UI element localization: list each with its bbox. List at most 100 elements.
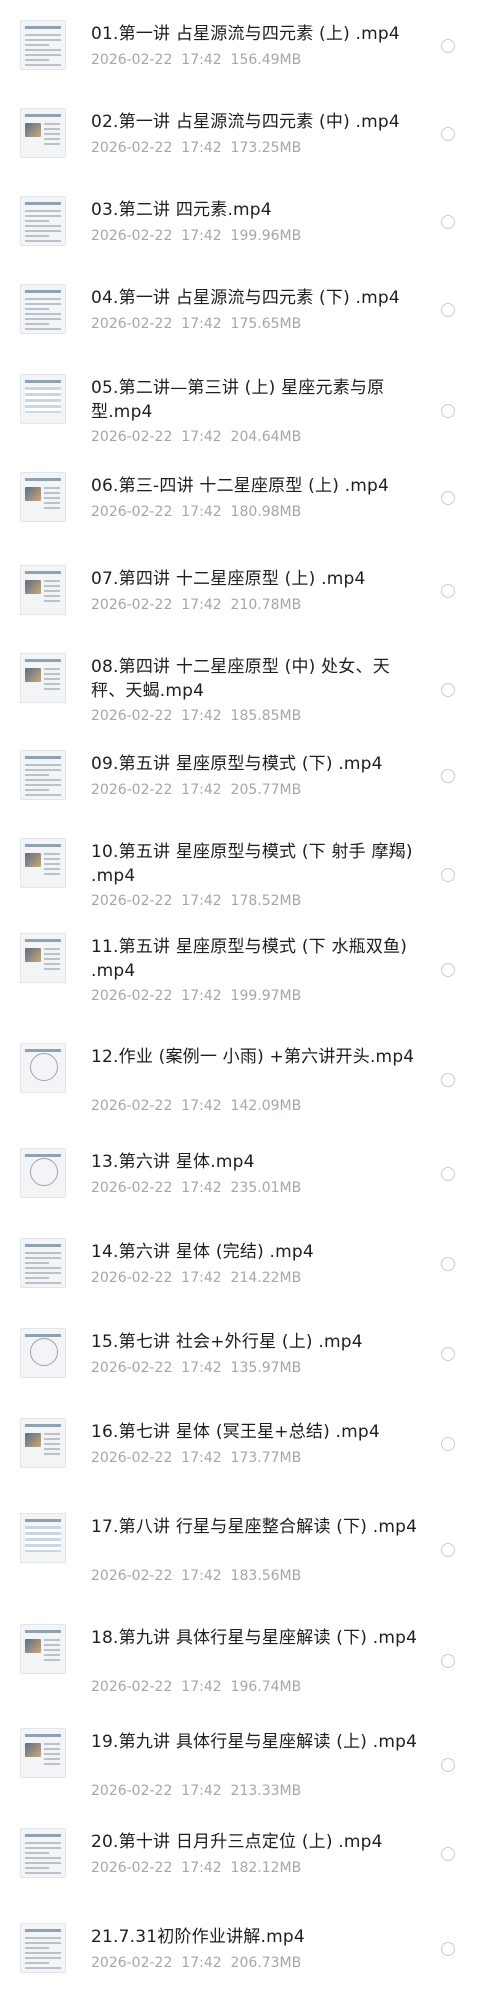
- file-name[interactable]: 02.第一讲 占星源流与四元素 (中) .mp4: [91, 110, 421, 134]
- video-thumbnail[interactable]: [20, 1418, 66, 1468]
- file-name[interactable]: 09.第五讲 星座原型与模式 (下) .mp4: [91, 752, 421, 776]
- thumb-header-bar: [25, 380, 61, 383]
- video-thumbnail[interactable]: [20, 374, 66, 424]
- thumb-text-line: [25, 1267, 61, 1269]
- thumb-text-line: [44, 673, 60, 675]
- video-thumbnail[interactable]: [20, 1238, 66, 1288]
- file-date: 2026-02-22: [91, 1568, 173, 1584]
- video-thumbnail[interactable]: [20, 20, 66, 70]
- thumb-photo-block: [25, 948, 41, 962]
- thumb-text-line: [44, 958, 60, 960]
- file-date: 2026-02-22: [91, 316, 173, 332]
- thumb-text-line: [25, 235, 49, 237]
- file-name[interactable]: 13.第六讲 星体.mp4: [91, 1150, 421, 1174]
- file-meta: 2026-02-22 17:42 178.52MB: [91, 892, 301, 910]
- select-radio[interactable]: [441, 303, 455, 317]
- thumb-text-line: [25, 64, 61, 66]
- file-name[interactable]: 05.第二讲—第三讲 (上) 星座元素与原型.mp4: [91, 376, 421, 424]
- select-radio[interactable]: [441, 584, 455, 598]
- file-name[interactable]: 20.第十讲 日月升三点定位 (上) .mp4: [91, 1830, 421, 1854]
- select-radio[interactable]: [441, 1257, 455, 1271]
- file-size: 183.56MB: [230, 1568, 302, 1584]
- thumb-text-line: [25, 1252, 61, 1254]
- file-time: 17:42: [181, 1360, 222, 1376]
- file-time: 17:42: [181, 893, 222, 909]
- thumb-text-line: [25, 1857, 61, 1859]
- thumb-chart-wheel: [30, 1338, 58, 1366]
- file-size: 173.25MB: [230, 140, 302, 156]
- thumb-text-line: [25, 1872, 61, 1874]
- file-name[interactable]: 19.第九讲 具体行星与星座解读 (上) .mp4: [91, 1730, 421, 1754]
- select-radio[interactable]: [441, 769, 455, 783]
- file-meta: 2026-02-22 17:42 175.65MB: [91, 315, 301, 333]
- select-radio[interactable]: [441, 1654, 455, 1668]
- select-radio[interactable]: [441, 868, 455, 882]
- file-size: 214.22MB: [230, 1270, 302, 1286]
- file-name[interactable]: 11.第五讲 星座原型与模式 (下 水瓶双鱼) .mp4: [91, 935, 421, 983]
- video-thumbnail[interactable]: [20, 1624, 66, 1674]
- video-thumbnail[interactable]: [20, 565, 66, 615]
- file-size: 173.77MB: [230, 1450, 302, 1466]
- file-date: 2026-02-22: [91, 893, 173, 909]
- video-thumbnail[interactable]: [20, 933, 66, 983]
- video-thumbnail[interactable]: [20, 1328, 66, 1378]
- thumb-text-line: [25, 1952, 61, 1954]
- file-name[interactable]: 10.第五讲 星座原型与模式 (下 射手 摩羯) .mp4: [91, 840, 421, 888]
- file-name[interactable]: 21.7.31初阶作业讲解.mp4: [91, 1925, 421, 1949]
- file-size: 213.33MB: [230, 1783, 302, 1799]
- select-radio[interactable]: [441, 127, 455, 141]
- select-radio[interactable]: [441, 39, 455, 53]
- file-name[interactable]: 01.第一讲 占星源流与四元素 (上) .mp4: [91, 22, 421, 46]
- thumb-text-line: [25, 44, 49, 46]
- file-name[interactable]: 17.第八讲 行星与星座整合解读 (下) .mp4: [91, 1515, 421, 1539]
- file-name[interactable]: 07.第四讲 十二星座原型 (上) .mp4: [91, 567, 421, 591]
- thumb-text-line: [25, 784, 61, 786]
- file-name[interactable]: 06.第三-四讲 十二星座原型 (上) .mp4: [91, 474, 421, 498]
- file-date: 2026-02-22: [91, 1180, 173, 1196]
- video-thumbnail[interactable]: [20, 838, 66, 888]
- video-thumbnail[interactable]: [20, 472, 66, 522]
- thumb-text-line: [44, 863, 60, 865]
- video-thumbnail[interactable]: [20, 284, 66, 334]
- video-thumbnail[interactable]: [20, 1148, 66, 1198]
- select-radio[interactable]: [441, 215, 455, 229]
- file-name[interactable]: 08.第四讲 十二星座原型 (中) 处女、天秤、天蝎.mp4: [91, 655, 421, 703]
- file-name[interactable]: 04.第一讲 占星源流与四元素 (下) .mp4: [91, 286, 421, 310]
- video-thumbnail[interactable]: [20, 196, 66, 246]
- select-radio[interactable]: [441, 1437, 455, 1451]
- file-meta: 2026-02-22 17:42 206.73MB: [91, 1954, 301, 1972]
- select-radio[interactable]: [441, 1758, 455, 1772]
- select-radio[interactable]: [441, 1847, 455, 1861]
- video-thumbnail[interactable]: [20, 1728, 66, 1778]
- select-radio[interactable]: [441, 683, 455, 697]
- thumb-chart-wheel: [30, 1053, 58, 1081]
- video-thumbnail[interactable]: [20, 1828, 66, 1878]
- video-thumbnail[interactable]: [20, 653, 66, 703]
- thumb-header-bar: [25, 756, 61, 759]
- file-name[interactable]: 18.第九讲 具体行星与星座解读 (下) .mp4: [91, 1626, 421, 1650]
- select-radio[interactable]: [441, 1073, 455, 1087]
- select-radio[interactable]: [441, 1543, 455, 1557]
- select-radio[interactable]: [441, 1347, 455, 1361]
- thumb-text-line: [25, 1942, 61, 1944]
- thumb-chart-wheel: [30, 1158, 58, 1186]
- file-name[interactable]: 03.第二讲 四元素.mp4: [91, 198, 421, 222]
- video-thumbnail[interactable]: [20, 1043, 66, 1093]
- video-thumbnail[interactable]: [20, 108, 66, 158]
- thumb-table-block: [25, 387, 61, 413]
- file-name[interactable]: 12.作业 (案例一 小雨) +第六讲开头.mp4: [91, 1045, 421, 1069]
- file-name[interactable]: 14.第六讲 星体 (完结) .mp4: [91, 1240, 421, 1264]
- video-thumbnail[interactable]: [20, 1513, 66, 1563]
- file-name[interactable]: 16.第七讲 星体 (冥王星+总结) .mp4: [91, 1420, 421, 1444]
- select-radio[interactable]: [441, 963, 455, 977]
- select-radio[interactable]: [441, 1942, 455, 1956]
- select-radio[interactable]: [441, 1167, 455, 1181]
- video-thumbnail[interactable]: [20, 1923, 66, 1973]
- video-thumbnail[interactable]: [20, 750, 66, 800]
- thumb-text-line: [44, 1753, 60, 1755]
- file-name[interactable]: 15.第七讲 社会+外行星 (上) .mp4: [91, 1330, 421, 1354]
- file-size: 204.64MB: [230, 429, 302, 445]
- select-radio[interactable]: [441, 404, 455, 418]
- select-radio[interactable]: [441, 491, 455, 505]
- file-size: 185.85MB: [230, 708, 302, 724]
